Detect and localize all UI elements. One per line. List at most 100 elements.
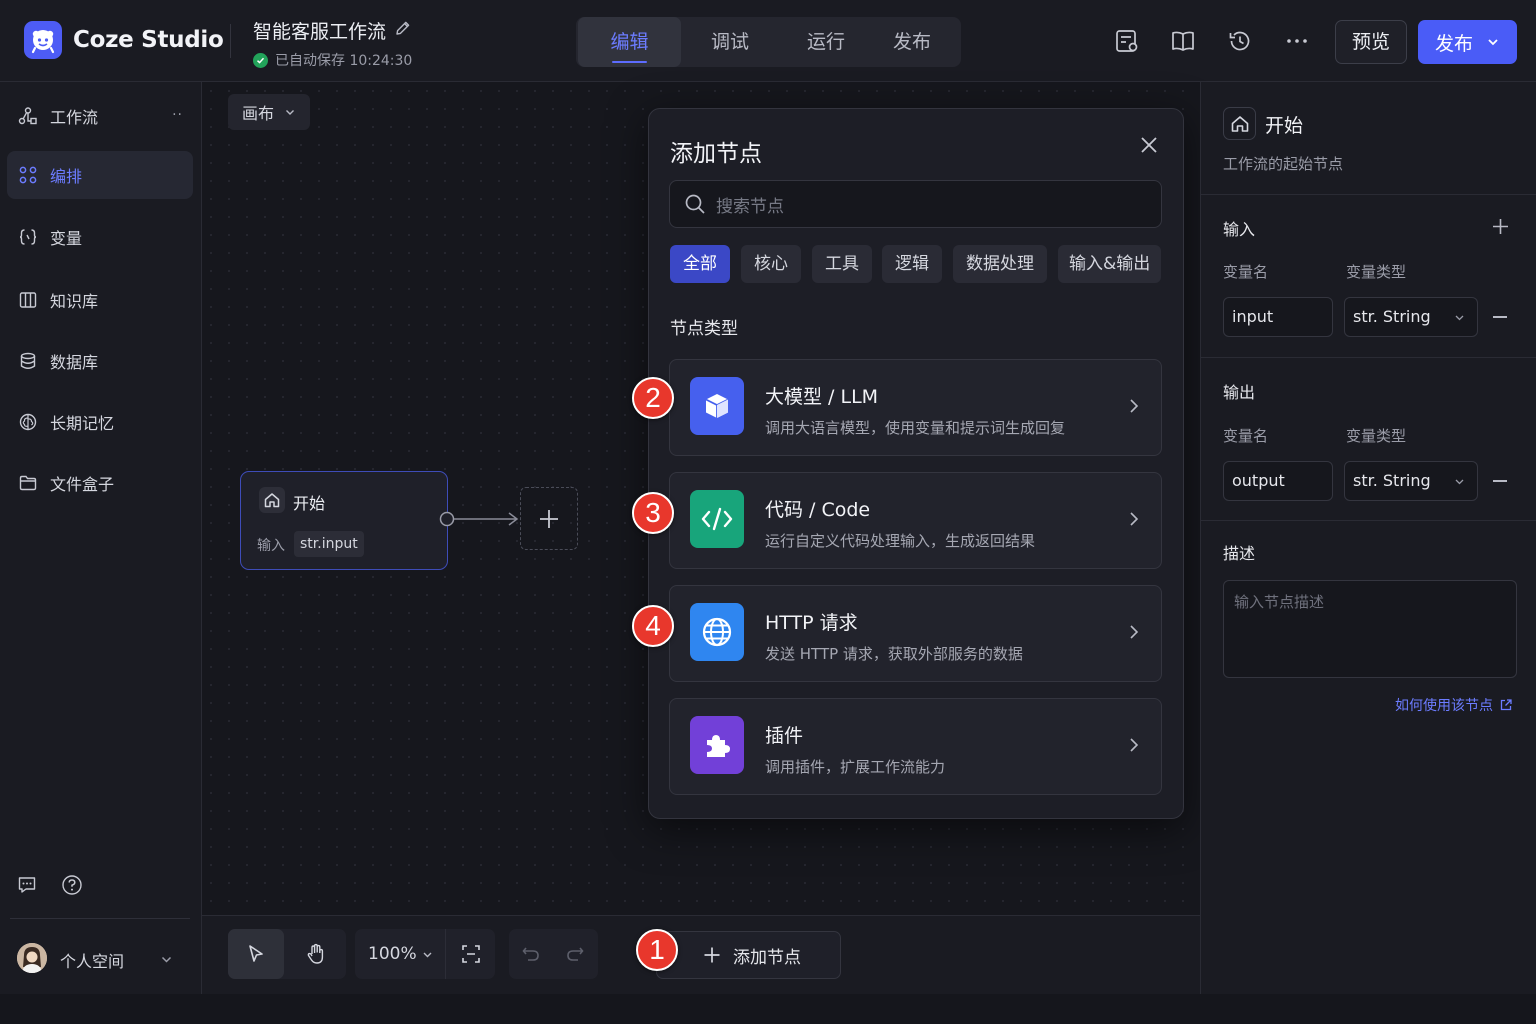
tab-edit[interactable]: 编辑 [578,17,681,67]
node-card-plugin[interactable]: 插件 调用插件，扩展工作流能力 [669,698,1162,795]
puzzle-icon [690,716,744,774]
search-icon [684,193,706,215]
sidebar-item-workflow[interactable]: 工作流 ·· [7,92,193,140]
start-node-input-label: 输入 [257,538,285,554]
chevron-down-icon[interactable] [1487,36,1499,48]
cube-icon [690,377,744,435]
remove-input-icon[interactable] [1493,316,1507,318]
node-card-llm[interactable]: 大模型 / LLM 调用大语言模型，使用变量和提示词生成回复 [669,359,1162,456]
home-icon [259,487,285,513]
connector-arrow[interactable] [439,509,523,529]
zoom-level: 100% [368,944,417,964]
output-var-name-field[interactable]: output [1223,461,1333,501]
home-icon [1223,107,1256,140]
start-node-input-chip: str.input [294,531,364,557]
add-next-node-button[interactable] [520,487,578,550]
feedback-icon[interactable] [17,875,37,895]
sidebar-item-database[interactable]: 数据库 [7,337,193,385]
code-icon [690,490,744,548]
sidebar-item-knowledge[interactable]: 知识库 [7,276,193,324]
publish-button[interactable]: 发布 [1418,20,1517,64]
filter-tools[interactable]: 工具 [812,245,872,283]
fit-view-button[interactable] [445,929,495,979]
workflow-title[interactable]: 智能客服工作流 [253,17,386,44]
divider [1201,520,1536,521]
form-settings-icon[interactable] [1114,28,1140,54]
search-input[interactable]: 搜索节点 [669,180,1162,228]
sidebar-item-memory[interactable]: 长期记忆 [7,398,193,446]
canvas-view-dropdown[interactable]: 画布 [228,94,310,130]
workflow-icon [18,106,38,126]
node-card-title: 代码 / Code [765,499,871,521]
properties-subtitle: 工作流的起始节点 [1223,155,1344,173]
add-node-button[interactable]: 添加节点 [656,931,841,979]
tab-publish[interactable]: 发布 [866,17,958,67]
output-var-type-select[interactable]: str. String [1344,461,1478,501]
step-badge-2: 2 [632,377,674,419]
output-heading: 输出 [1223,383,1256,402]
book-icon[interactable] [1170,28,1196,54]
step-badge-1: 1 [636,929,678,971]
filter-data-processing[interactable]: 数据处理 [953,245,1047,283]
user-space-label[interactable]: 个人空间 [60,948,124,972]
input-var-type-select[interactable]: str. String [1344,297,1478,337]
pointer-mode-group [228,929,346,979]
hand-tool-button[interactable] [288,929,344,979]
filter-logic[interactable]: 逻辑 [882,245,942,283]
close-icon[interactable] [1140,136,1158,154]
output-col-name: 变量名 [1223,427,1269,445]
fit-view-icon [461,945,480,963]
filter-core[interactable]: 核心 [741,245,801,283]
avatar[interactable] [17,943,47,973]
node-card-http[interactable]: HTTP 请求 发送 HTTP 请求，获取外部服务的数据 [669,585,1162,682]
input-col-name: 变量名 [1223,263,1269,281]
zoom-dropdown[interactable]: 100% [355,929,445,979]
chevron-down-icon [422,949,433,960]
sidebar-item-orchestrate[interactable]: 编排 [7,151,193,199]
node-card-title: 插件 [765,725,804,747]
help-icon[interactable] [61,874,83,896]
add-input-icon[interactable] [1492,218,1509,235]
input-col-type: 变量类型 [1346,263,1407,281]
braces-icon [18,227,38,247]
history-group [509,929,598,979]
sidebar-item-file-box[interactable]: 文件盒子 [7,459,193,507]
history-icon[interactable] [1227,28,1253,54]
chevron-down-icon[interactable] [160,953,173,966]
input-heading: 输入 [1223,220,1256,239]
more-icon[interactable] [1284,28,1310,54]
canvas-view-label: 画布 [242,104,275,123]
input-var-name-field[interactable]: input [1223,297,1333,337]
plus-icon [540,509,558,528]
filter-all[interactable]: 全部 [670,245,730,283]
tab-run[interactable]: 运行 [780,17,872,67]
output-var-type-value: str. String [1353,471,1431,490]
save-status: 已自动保存 10:24:30 [253,50,412,70]
divider [1201,357,1536,358]
tab-debug[interactable]: 调试 [684,17,776,67]
description-textarea[interactable]: 输入节点描述 [1223,580,1517,678]
node-card-desc: 运行自定义代码处理输入，生成返回结果 [765,532,1036,550]
divider [230,24,231,58]
section-label: 节点类型 [670,319,738,339]
sidebar-more-icon[interactable]: ·· [172,107,183,123]
help-link[interactable]: 如何使用该节点 [1395,695,1513,715]
edit-icon[interactable] [394,19,412,37]
step-badge-4: 4 [632,605,674,647]
coze-logo-icon [24,21,62,59]
sidebar-item-label: 变量 [50,229,83,248]
filter-io[interactable]: 输入&输出 [1058,245,1162,283]
select-tool-button[interactable] [228,929,284,979]
add-node-label: 添加节点 [733,947,801,968]
sidebar-divider [10,918,190,919]
sidebar-item-label: 数据库 [50,353,99,372]
start-node[interactable]: 开始 输入 str.input [240,471,448,570]
node-card-desc: 调用大语言模型，使用变量和提示词生成回复 [765,419,1066,437]
sidebar-item-variables[interactable]: 变量 [7,213,193,261]
preview-button[interactable]: 预览 [1335,20,1407,64]
node-card-code[interactable]: 代码 / Code 运行自定义代码处理输入，生成返回结果 [669,472,1162,569]
remove-output-icon[interactable] [1493,480,1507,482]
folder-icon [18,473,38,493]
redo-button[interactable] [553,929,597,979]
undo-button[interactable] [509,929,553,979]
